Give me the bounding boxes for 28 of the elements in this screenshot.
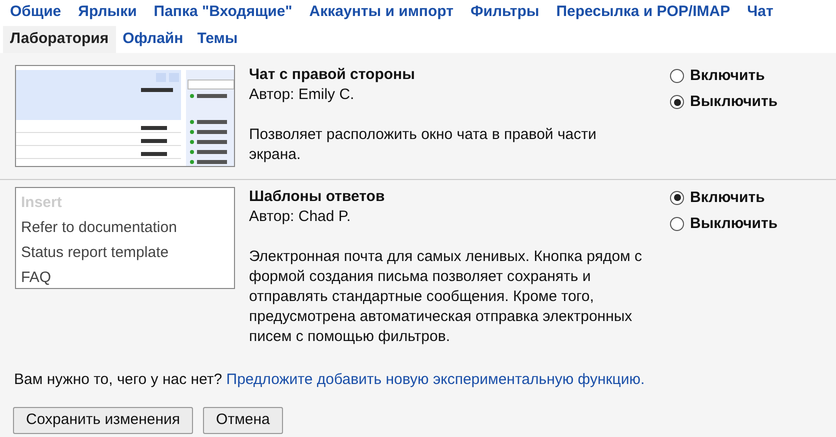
- settings-tab[interactable]: Фильтры: [463, 0, 546, 26]
- cancel-button[interactable]: Отмена: [203, 407, 283, 434]
- radio-button[interactable]: [670, 217, 684, 232]
- lab-description: Электронная почта для самых ленивых. Кнопка рядом с формой создания письма позволяет сохранять и отправлять стандартные сообщения. Кроме того, предусмотрена автоматическая отправка электронных писем с помощью фильтров.: [249, 246, 644, 346]
- settings-tab[interactable]: Папка "Входящие": [146, 0, 300, 26]
- radio-label: Включить: [690, 66, 765, 86]
- suggest-feature-link[interactable]: Предложите добавить новую экспериментальную функцию.: [226, 370, 645, 388]
- radio-button[interactable]: [670, 68, 684, 83]
- settings-tab[interactable]: Ярлыки: [71, 0, 144, 26]
- suggestion-text: Вам нужно то, чего у нас нет? Предложите добавить новую экспериментальную функцию.: [14, 370, 645, 388]
- settings-tab[interactable]: Пересылка и POP/IMAP: [549, 0, 738, 26]
- lab-author: Автор: Emily C.: [249, 84, 356, 104]
- radio-label: Выключить: [690, 214, 778, 234]
- settings-tab[interactable]: Офлайн: [116, 26, 190, 52]
- radio-label: Включить: [690, 188, 765, 208]
- lab-title: Шаблоны ответов: [249, 186, 386, 206]
- radio-button[interactable]: [670, 190, 684, 205]
- radio-label: Выключить: [690, 92, 778, 112]
- lab-author: Автор: Chad P.: [249, 206, 352, 226]
- settings-tab[interactable]: Общие: [3, 0, 68, 26]
- settings-tab[interactable]: Темы: [190, 26, 245, 52]
- radio-button[interactable]: [670, 95, 684, 110]
- save-button[interactable]: Сохранить изменения: [13, 407, 194, 434]
- lab-description: Позволяет расположить окно чата в правой части экрана.: [249, 124, 598, 164]
- settings-tab[interactable]: Аккаунты и импорт: [302, 0, 460, 26]
- settings-tab[interactable]: Чат: [740, 0, 780, 26]
- lab-title: Чат с правой стороны: [249, 64, 416, 84]
- settings-tab[interactable]: Лаборатория: [3, 26, 116, 52]
